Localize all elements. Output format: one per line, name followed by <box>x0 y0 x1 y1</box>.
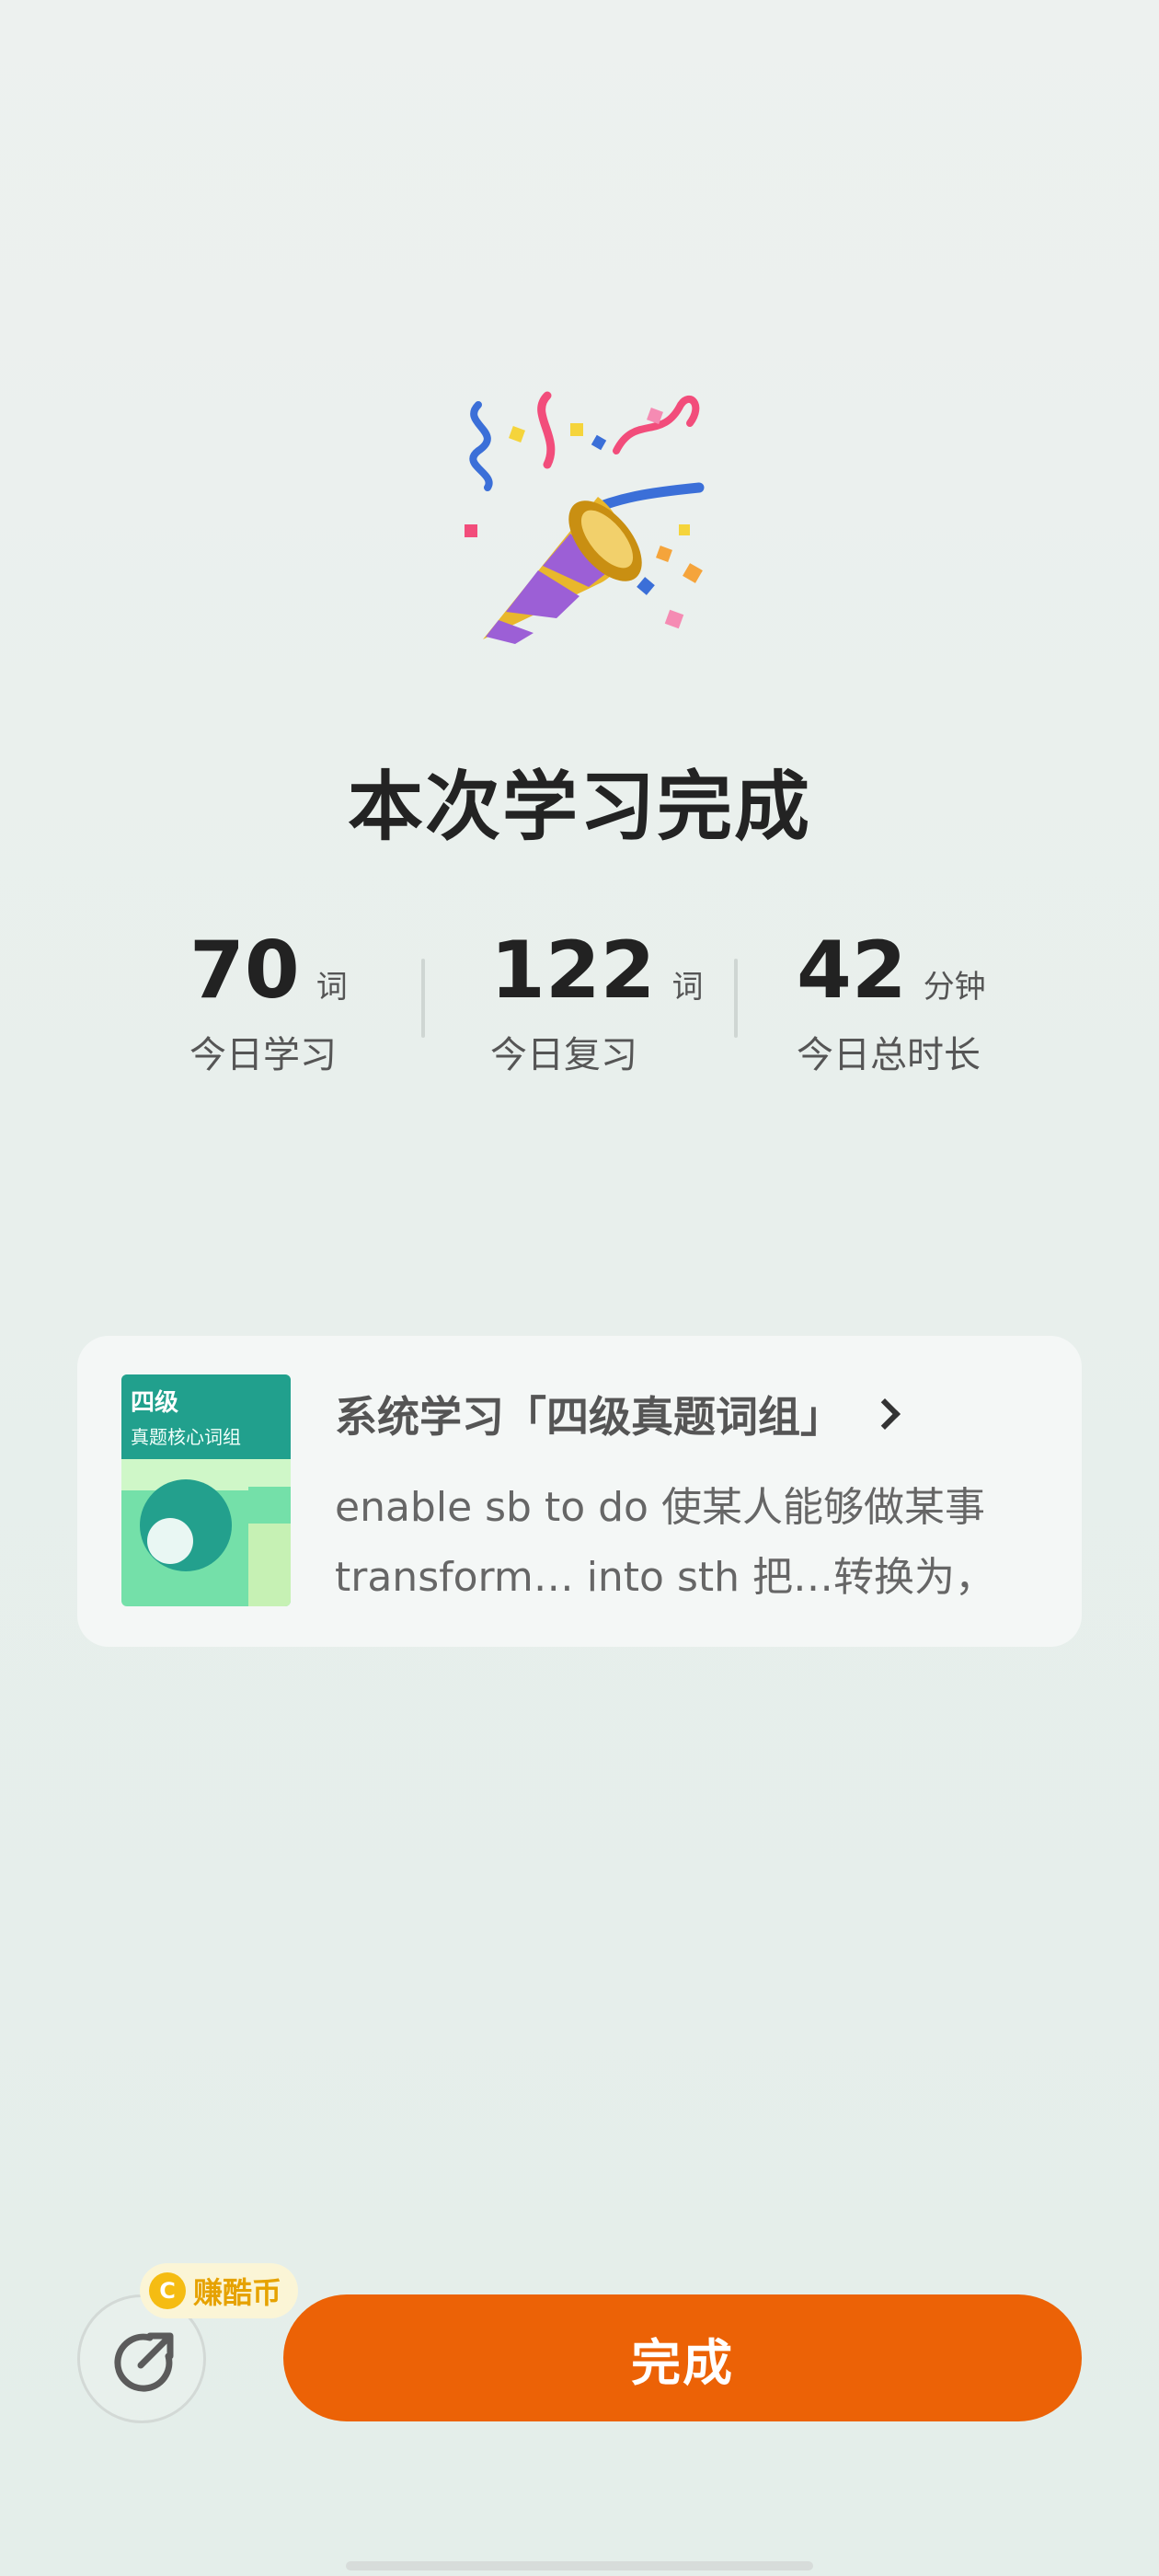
coin-icon: C <box>149 2272 186 2309</box>
cover-dot <box>147 1518 193 1564</box>
stat-learned: 70 词 今日学习 <box>189 920 348 1078</box>
page-title: 本次学习完成 <box>347 764 811 851</box>
party-popper-icon <box>465 391 705 644</box>
share-icon <box>114 2332 174 2392</box>
cover-title: 四级 <box>131 1389 179 1417</box>
stat-unit: 词 <box>671 969 704 1006</box>
stat-unit: 词 <box>316 969 348 1006</box>
book-card[interactable]: 四级 真题核心词组 系统学习「四级真题词组」 enable sb to do 使… <box>77 1336 1082 1647</box>
stat-unit: 分钟 <box>923 969 986 1006</box>
stat-value: 42 <box>797 925 907 1017</box>
stat-value: 122 <box>490 925 656 1017</box>
cover-subtitle: 真题核心词组 <box>131 1426 241 1448</box>
book-card-title-row[interactable]: 系统学习「四级真题词组」 <box>335 1384 901 1444</box>
stat-label: 今日总时长 <box>797 1034 981 1076</box>
stat-divider <box>421 959 425 1038</box>
done-button[interactable]: 完成 <box>283 2294 1082 2421</box>
book-cover: 四级 真题核心词组 <box>121 1374 291 1606</box>
stat-label: 今日学习 <box>189 1034 337 1076</box>
word-preview-line: transform… into sth 把…转换为， <box>335 1554 996 1601</box>
word-preview-line: enable sb to do 使某人能够做某事 <box>335 1484 985 1531</box>
stat-value: 70 <box>189 925 300 1017</box>
home-indicator[interactable] <box>346 2561 813 2570</box>
stat-total-time: 42 分钟 今日总时长 <box>797 920 986 1078</box>
coin-reward-badge[interactable]: C 赚酷币 <box>140 2263 299 2318</box>
cover-side-accent <box>248 1487 291 1524</box>
stat-label: 今日复习 <box>490 1034 637 1076</box>
stat-reviewed: 122 词 今日复习 <box>490 920 704 1078</box>
book-card-title: 系统学习「四级真题词组」 <box>335 1392 843 1442</box>
coin-badge-label: 赚酷币 <box>193 2275 282 2310</box>
stats-summary: 70 词 今日学习 122 词 今日复习 42 分钟 今日总时长 <box>0 920 1159 1086</box>
stat-divider <box>734 959 738 1038</box>
chevron-right-icon <box>869 1398 901 1430</box>
